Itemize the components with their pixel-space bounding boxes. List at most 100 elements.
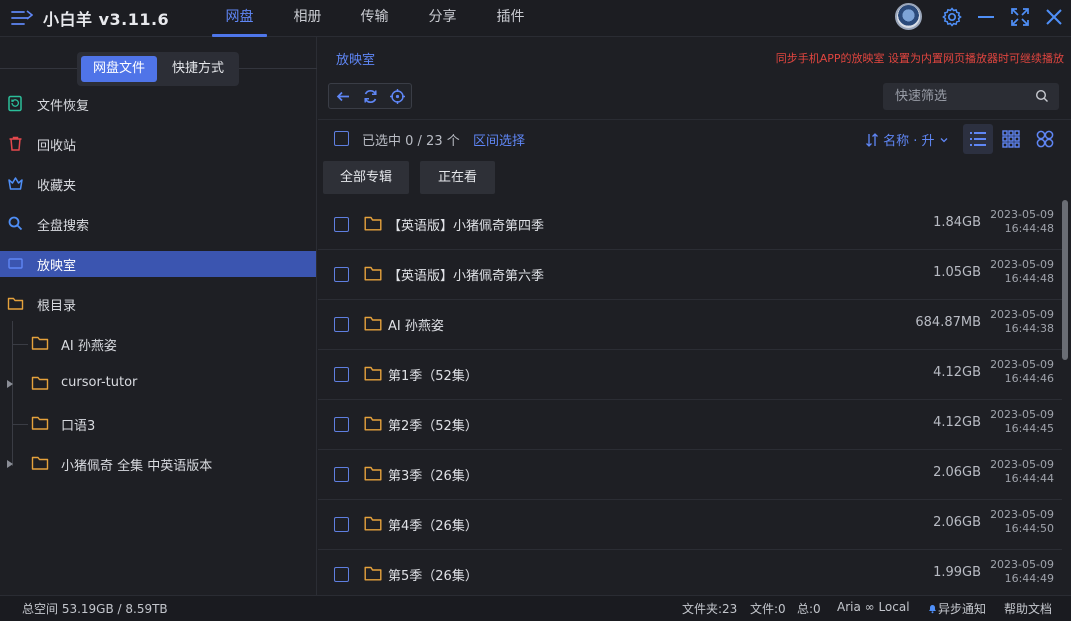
row-checkbox[interactable]: [334, 367, 349, 382]
sidebar-segment-control: 网盘文件 快捷方式: [77, 52, 239, 86]
main-panel: 放映室 同步手机APP的放映室 设置为内置网页播放器时可继续播放 已选中 0 /…: [318, 37, 1071, 595]
avatar[interactable]: [895, 3, 922, 30]
tab-album[interactable]: 相册: [280, 0, 335, 37]
chevron-down-icon: [940, 138, 948, 143]
list-view-icon: [970, 132, 986, 146]
folder-icon: [31, 456, 49, 470]
filter-tab-watching[interactable]: 正在看: [420, 161, 495, 194]
large-grid-icon: [1036, 130, 1054, 148]
status-bar: 总空间 53.19GB / 8.59TB 文件夹:23 文件:0 总:0 Ari…: [0, 595, 1071, 621]
expand-arrow-icon[interactable]: [7, 380, 13, 388]
segment-shortcuts[interactable]: 快捷方式: [160, 56, 236, 82]
row-checkbox[interactable]: [334, 217, 349, 232]
list-item[interactable]: 第2季（52集） 4.12GB 2023-05-09 16:44:45: [318, 400, 1062, 450]
sort-dropdown[interactable]: 名称 · 升: [865, 130, 949, 149]
sidebar-item-root[interactable]: 根目录: [0, 291, 316, 317]
tree-item[interactable]: AI 孙燕姿: [31, 331, 301, 357]
list-item[interactable]: 第4季（26集） 2.06GB 2023-05-09 16:44:50: [318, 500, 1062, 550]
sidebar-item-recycle-bin[interactable]: 回收站: [0, 131, 316, 157]
row-checkbox[interactable]: [334, 267, 349, 282]
list-item[interactable]: 第1季（52集） 4.12GB 2023-05-09 16:44:46: [318, 350, 1062, 400]
folder-count: 文件夹:23: [682, 602, 738, 616]
range-select-link[interactable]: 区间选择: [473, 130, 525, 149]
select-all-checkbox[interactable]: [334, 131, 349, 146]
folder-icon: [364, 316, 382, 331]
sidebar-item-global-search[interactable]: 全盘搜索: [0, 211, 316, 237]
divider: [318, 119, 1071, 120]
menu-icon[interactable]: [11, 9, 33, 27]
file-name: 第2季（52集）: [388, 419, 478, 434]
filter-tab-all-albums[interactable]: 全部专辑: [323, 161, 409, 194]
tab-plugins[interactable]: 插件: [483, 0, 538, 37]
list-item[interactable]: AI 孙燕姿 684.87MB 2023-05-09 16:44:38: [318, 300, 1062, 350]
file-date: 2023-05-09 16:44:46: [990, 358, 1054, 385]
file-name: 第5季（26集）: [388, 569, 478, 584]
file-name: 第4季（26集）: [388, 519, 478, 534]
tree-line: [12, 424, 28, 425]
list-item[interactable]: 【英语版】小猪佩奇第六季 1.05GB 2023-05-09 16:44:48: [318, 250, 1062, 300]
minimize-icon[interactable]: [975, 6, 997, 28]
tree-line: [12, 321, 13, 466]
tree-item-label: AI 孙燕姿: [61, 339, 117, 354]
quick-filter: [883, 83, 1059, 110]
folder-icon: [364, 566, 382, 581]
file-name: 第3季（26集）: [388, 469, 478, 484]
tree-item[interactable]: 小猪佩奇 全集 中英语版本: [31, 451, 311, 477]
tree-item[interactable]: 口语3: [31, 411, 301, 437]
sync-notice: 同步手机APP的放映室 设置为内置网页播放器时可继续播放: [775, 52, 1064, 65]
tree-item[interactable]: cursor-tutor: [31, 371, 301, 397]
file-size: 4.12GB: [933, 415, 981, 430]
list-item[interactable]: 第5季（26集） 1.99GB 2023-05-09 16:44:49: [318, 550, 1062, 600]
row-checkbox[interactable]: [334, 317, 349, 332]
list-item[interactable]: 第3季（26集） 2.06GB 2023-05-09 16:44:44: [318, 450, 1062, 500]
filter-input[interactable]: [883, 83, 1033, 110]
aria-status[interactable]: Aria ∞ Local: [837, 600, 910, 614]
row-checkbox[interactable]: [334, 517, 349, 532]
file-size: 684.87MB: [915, 315, 981, 330]
sidebar-item-favorites[interactable]: 收藏夹: [0, 171, 316, 197]
restore-icon: [8, 95, 22, 112]
list-view-button[interactable]: [963, 124, 993, 154]
close-icon[interactable]: [1043, 6, 1065, 28]
breadcrumb[interactable]: 放映室: [336, 49, 375, 68]
sidebar-item-file-restore[interactable]: 文件恢复: [0, 91, 316, 117]
sidebar-item-label: 回收站: [37, 139, 77, 154]
crown-icon: [8, 177, 23, 190]
sidebar: 网盘文件 快捷方式 文件恢复 回收站 收藏夹 全盘搜索 放映室 根目录 AI 孙…: [0, 37, 317, 595]
row-checkbox[interactable]: [334, 567, 349, 582]
large-grid-view-button[interactable]: [1030, 124, 1060, 154]
sidebar-item-label: 全盘搜索: [37, 219, 90, 234]
tab-netdisk[interactable]: 网盘: [212, 0, 267, 37]
list-item[interactable]: 【英语版】小猪佩奇第四季 1.84GB 2023-05-09 16:44:48: [318, 200, 1062, 250]
sort-icon: [866, 133, 878, 147]
sidebar-item-screening-room[interactable]: 放映室: [0, 251, 316, 277]
tree-item-label: 口语3: [61, 419, 96, 434]
tab-transfer[interactable]: 传输: [347, 0, 402, 37]
gear-icon[interactable]: [941, 6, 963, 28]
expand-arrow-icon[interactable]: [7, 460, 13, 468]
title-bar: 小白羊 v3.11.6 网盘 相册 传输 分享 插件: [0, 0, 1071, 37]
storage-space: 总空间 53.19GB / 8.59TB: [22, 602, 168, 616]
async-notify[interactable]: 异步通知: [927, 600, 986, 617]
segment-netdisk-files[interactable]: 网盘文件: [81, 56, 157, 82]
back-icon[interactable]: [335, 88, 352, 105]
row-checkbox[interactable]: [334, 467, 349, 482]
folder-icon: [364, 216, 382, 231]
search-icon: [8, 216, 23, 231]
file-date: 2023-05-09 16:44:38: [990, 308, 1054, 335]
scrollbar[interactable]: [1062, 200, 1068, 360]
locate-icon[interactable]: [389, 88, 406, 105]
refresh-icon[interactable]: [362, 88, 379, 105]
tab-share[interactable]: 分享: [415, 0, 470, 37]
toolbar: [328, 83, 412, 109]
folder-icon: [364, 366, 382, 381]
file-date: 2023-05-09 16:44:45: [990, 408, 1054, 435]
file-name: 【英语版】小猪佩奇第四季: [388, 219, 545, 234]
fullscreen-icon[interactable]: [1009, 6, 1031, 28]
row-checkbox[interactable]: [334, 417, 349, 432]
search-icon[interactable]: [1035, 89, 1049, 103]
tv-icon: [8, 258, 23, 269]
help-docs-link[interactable]: 帮助文档: [1004, 600, 1052, 617]
grid-view-button[interactable]: [996, 124, 1026, 154]
tree-line: [12, 344, 28, 345]
